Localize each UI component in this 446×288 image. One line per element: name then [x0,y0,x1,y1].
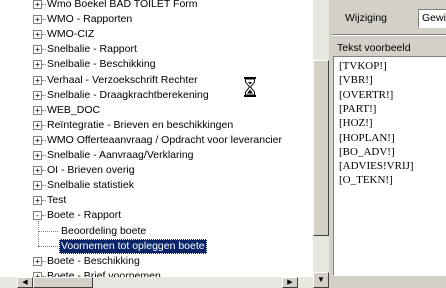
tree-node-label[interactable]: WEB_DOC [45,103,102,118]
expand-icon[interactable]: + [33,151,42,160]
expand-icon[interactable]: + [33,181,42,191]
expand-icon[interactable]: + [33,135,42,145]
expand-icon[interactable]: + [33,45,42,55]
tekst-voorbeeld-line: [PART!] [339,102,377,115]
tree-node-label[interactable]: WMO-CIZ [45,27,96,42]
tree-node-label[interactable]: Beoordeling boete [59,224,148,239]
tree-node-label[interactable]: WMO - Rapporten [45,12,134,27]
expand-icon[interactable]: + [33,75,42,85]
tekst-voorbeeld-line: [VBR!] [339,74,373,87]
wijziging-field[interactable]: Gewi [418,9,446,28]
expand-icon[interactable]: + [33,256,42,266]
tree-connector [38,245,58,247]
tree-node-label[interactable]: Boete - Rapport [45,208,123,223]
arrow-right-icon[interactable]: ▶ [282,277,298,288]
arrow-down-icon[interactable]: ▼ [313,272,329,288]
tree-node-label[interactable]: Wmo Boekel BAD TOILET Form [45,0,200,12]
tree-node-label[interactable]: Reïntegratie - Brieven en beschikkingen [45,118,235,133]
hourglass-icon [244,77,256,97]
tree-node-label[interactable]: OI - Brieven overig [45,163,137,178]
expand-icon[interactable]: + [33,166,42,176]
tekst-voorbeeld-box[interactable]: [TVKOP!] [VBR!] [OVERTR!] [PART!] [HOZ!] [HOP… [333,56,446,276]
expand-icon[interactable]: + [33,120,42,130]
tree-connector [38,230,58,232]
tekst-voorbeeld-label: Tekst voorbeeld [337,42,411,54]
expand-icon[interactable]: + [33,196,42,206]
template-tree[interactable]: + Wmo Boekel BAD TOILET Form + WMO - Rappor… [0,0,313,277]
tekst-voorbeeld-line: [HOPLAN!] [339,131,395,144]
expand-icon[interactable]: + [33,0,42,9]
tree-node-label[interactable]: Boete - Brief voornemen [45,269,163,277]
tekst-voorbeeld-line: [O_TEKN!] [339,174,393,187]
tree-node-label[interactable]: Test [45,193,68,208]
expand-icon[interactable]: + [33,15,42,25]
tree-connector [38,219,39,246]
tree-node-label[interactable]: Snelbalie - Rapport [45,42,139,57]
tree-node-label-selected[interactable]: Voornemen tot opleggen boete [59,238,207,254]
tekst-voorbeeld-line: [ADVIES!VRIJ] [339,160,414,173]
wijziging-label: Wijziging [345,12,388,24]
tree-node-label[interactable]: Verhaal - Verzoekschrift Rechter [45,73,200,88]
tree-node-label[interactable]: WMO Offerteaanvraag / Opdracht voor leve… [45,133,284,148]
expand-icon[interactable]: + [33,90,42,100]
arrow-left-icon[interactable]: ◀ [17,277,33,288]
divider [332,34,446,36]
tree-horizontal-scroll-thumb[interactable] [33,277,93,288]
tree-node-label[interactable]: Snelbalie statistiek [45,178,136,193]
expand-icon[interactable]: + [33,30,42,40]
tree-node-label[interactable]: Snelbalie - Draagkrachtberekening [45,88,211,103]
tree-vertical-scroll-thumb[interactable] [313,60,329,236]
tekst-voorbeeld-line: [BO_ADV!] [339,145,395,158]
tekst-voorbeeld-line: [HOZ!] [339,117,373,130]
tekst-voorbeeld-line: [OVERTR!] [339,88,394,101]
expand-icon[interactable]: + [33,60,42,70]
expand-icon[interactable]: + [33,105,42,115]
tree-node-label[interactable]: Boete - Beschikking [45,254,142,269]
tree-node-label[interactable]: Snelbalie - Aanvraag/Verklaring [45,148,196,163]
tekst-voorbeeld-line: [TVKOP!] [339,60,387,72]
tree-node-label[interactable]: Snelbalie - Beschikking [45,57,158,72]
